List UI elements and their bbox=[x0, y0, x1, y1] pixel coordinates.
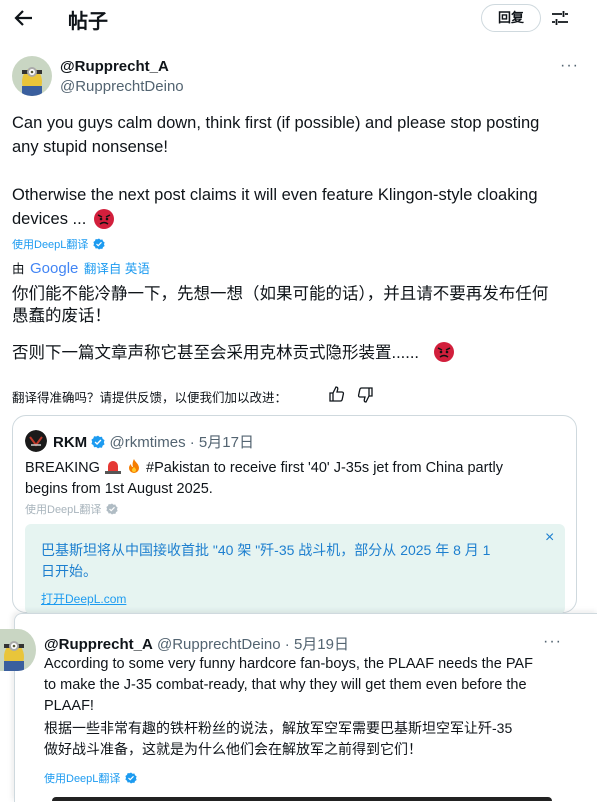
deepl-badge-icon bbox=[125, 771, 137, 784]
angry-face-icon bbox=[93, 208, 115, 230]
separator-dot: · bbox=[189, 434, 195, 451]
reply-button[interactable]: 回复 bbox=[481, 4, 541, 32]
deepl-badge-icon bbox=[106, 502, 118, 515]
deepl-label: 使用DeepL翻译 bbox=[25, 504, 102, 516]
translated-by-prefix: 由 bbox=[12, 262, 25, 276]
reply-text-line: According to some very funny hardcore fa… bbox=[44, 656, 533, 672]
reply-author-name[interactable]: @Rupprecht_A bbox=[44, 636, 153, 653]
reply-avatar[interactable] bbox=[0, 629, 36, 671]
feedback-prompt: 翻译得准确吗？请提供反馈，以便我们加以改进： bbox=[12, 391, 288, 405]
post-text-line: devices ... bbox=[12, 210, 87, 228]
translation-line: 愚蠢的废话！ bbox=[12, 307, 111, 325]
translation-line: 你们能不能冷静一下，先想一想（如果可能的话），并且请不要再发布任何 bbox=[12, 285, 549, 303]
deepl-translate-link[interactable]: 使用DeepL翻译 bbox=[12, 235, 105, 253]
thumbs-up-icon[interactable] bbox=[328, 385, 346, 403]
arrow-left-icon[interactable] bbox=[12, 6, 36, 30]
reply-author-handle[interactable]: @RupprechtDeino bbox=[157, 636, 281, 653]
more-options-icon[interactable]: ··· bbox=[560, 57, 579, 75]
reply-author-row: @Rupprecht_A @RupprechtDeino · 5月19日 bbox=[44, 633, 349, 654]
tune-icon[interactable] bbox=[550, 8, 570, 28]
author-name[interactable]: @Rupprecht_A bbox=[60, 58, 169, 75]
post-text-line: any stupid nonsense! bbox=[12, 138, 168, 156]
quote-date: 5月17日 bbox=[198, 434, 254, 451]
author-handle[interactable]: @RupprechtDeino bbox=[60, 78, 184, 95]
quote-text-line: begins from 1st August 2025. bbox=[25, 481, 213, 497]
open-deepl-link[interactable]: 打开DeepL.com bbox=[41, 590, 126, 607]
siren-icon bbox=[104, 460, 122, 474]
translated-by-row: 由 Google 翻译自 英语 bbox=[12, 258, 150, 277]
quote-author-handle: @rkmtimes bbox=[109, 434, 186, 451]
reply-translation-line: 做好战斗准备，这就是为什么他们会在解放军之前得到它们！ bbox=[44, 741, 422, 757]
page-title: 帖子 bbox=[68, 11, 108, 33]
deepl-label: 使用DeepL翻译 bbox=[12, 239, 89, 251]
deepl-translation-line: 日开始。 bbox=[41, 563, 97, 579]
quote-text-line: BREAKING #Pakistan to receive first '40'… bbox=[25, 458, 503, 479]
reply-deepl-link[interactable]: 使用DeepL翻译 bbox=[44, 769, 137, 787]
quote-deepl-link[interactable]: 使用DeepL翻译 bbox=[25, 500, 118, 518]
fire-icon bbox=[126, 458, 142, 474]
reply-date[interactable]: 5月19日 bbox=[294, 636, 349, 653]
quote-avatar bbox=[25, 430, 47, 452]
close-icon[interactable]: × bbox=[545, 529, 554, 547]
google-logo: Google bbox=[30, 260, 79, 277]
deepl-badge-icon bbox=[93, 237, 105, 250]
translated-from-link[interactable]: 翻译自 英语 bbox=[84, 262, 150, 276]
separator-dot: · bbox=[284, 636, 290, 653]
avatar[interactable] bbox=[12, 56, 52, 96]
reply-translation-line: 根据一些非常有趣的铁杆粉丝的说法，解放军空军需要巴基斯坦空军让歼-35 bbox=[44, 720, 513, 736]
more-options-icon[interactable]: ··· bbox=[543, 633, 562, 651]
thumbs-down-icon[interactable] bbox=[356, 386, 374, 404]
deepl-label: 使用DeepL翻译 bbox=[44, 773, 121, 785]
post-text-line: Otherwise the next post claims it will e… bbox=[12, 186, 538, 204]
verified-badge-icon bbox=[91, 435, 105, 449]
quote-author-row: RKM @rkmtimes · 5月17日 bbox=[53, 431, 254, 452]
quote-text-rest: #Pakistan to receive first '40' J-35s je… bbox=[146, 460, 503, 476]
quote-author-name: RKM bbox=[53, 434, 88, 451]
post-text-line: Can you guys calm down, think first (if … bbox=[12, 114, 540, 132]
reply-text-line: PLAAF! bbox=[44, 698, 94, 714]
deepl-translation-line: 巴基斯坦将从中国接收首批 "40 架 "歼-35 战斗机，部分从 2025 年 … bbox=[41, 542, 491, 558]
reply-text-line: to make the J-35 combat-ready, that why … bbox=[44, 677, 527, 693]
top-bar: 帖子 回复 bbox=[0, 0, 597, 36]
angry-face-icon bbox=[433, 341, 455, 363]
media-preview-edge bbox=[52, 797, 552, 801]
breaking-label: BREAKING bbox=[25, 460, 100, 476]
translation-line: 否则下一篇文章声称它甚至会采用克林贡式隐形装置...... bbox=[12, 344, 420, 362]
